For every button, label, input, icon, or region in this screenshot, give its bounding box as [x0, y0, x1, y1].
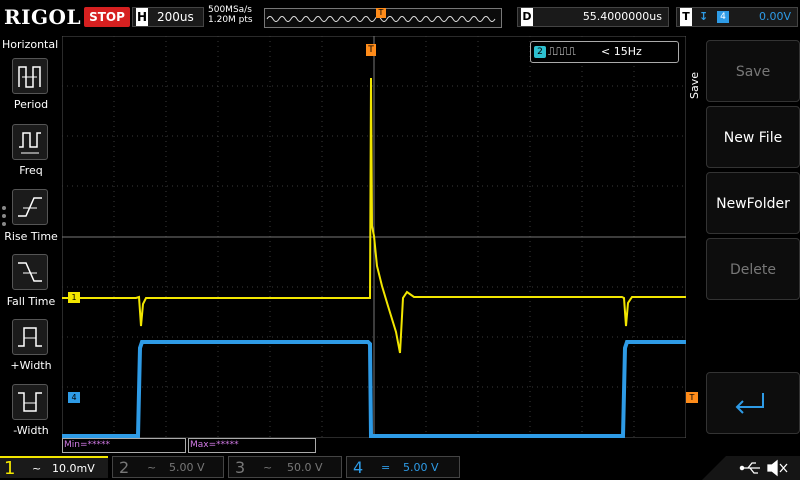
delay-box[interactable]: D 55.4000000us: [517, 7, 669, 27]
ch3-number: 3: [235, 458, 246, 477]
frequency-measure-box[interactable]: 2 ⎍⎍⎍⎍ < 15Hz: [530, 41, 679, 63]
freq-label: Freq: [19, 164, 43, 177]
menu-title: Horizontal: [2, 38, 59, 51]
freq-icon: [19, 132, 41, 154]
save-button[interactable]: Save: [706, 40, 800, 102]
ch1-scale: 10.0mV: [52, 462, 95, 475]
ch4-scale-box[interactable]: 4 = 5.00 V: [346, 456, 460, 478]
ch4-number: 4: [353, 458, 364, 477]
min-readout: Min=*****: [62, 438, 186, 453]
ch2-scale-box[interactable]: 2 ~ 5.00 V: [112, 456, 224, 478]
ch1-number: 1: [4, 458, 16, 479]
rise-time-icon: [18, 197, 42, 217]
ch1-coupling-icon: ~: [32, 462, 42, 475]
period-icon: [18, 66, 41, 88]
sample-rate: 500MSa/s: [208, 5, 252, 15]
brand-logo: RIGOL: [4, 5, 82, 29]
period-label: Period: [13, 98, 49, 111]
new-folder-button[interactable]: NewFolder: [706, 172, 800, 234]
ch2-coupling-icon: ~: [147, 461, 157, 474]
trigger-source: 4: [717, 11, 729, 23]
ch4-offset-marker[interactable]: 4: [68, 392, 80, 403]
fall-time-label: Fall Time: [6, 295, 56, 308]
timebase-value: 200us: [157, 10, 194, 24]
measure-menu: Horizontal Period Freq Rise Time Fall Ti…: [0, 36, 62, 454]
trigger-box[interactable]: T ↧ 4 0.00V: [676, 7, 798, 27]
square-wave-icon: ⎍⎍⎍⎍: [548, 45, 576, 58]
plus-width-icon: [18, 327, 42, 347]
memory-overview-strip: T: [264, 8, 502, 28]
ch4-scale: 5.00 V: [403, 461, 439, 474]
measure-channel: 2: [534, 46, 546, 58]
ch1-offset-marker[interactable]: 1: [68, 292, 80, 303]
plus-width-button[interactable]: [12, 319, 48, 355]
memory-depth: 1.20M pts: [208, 15, 253, 25]
save-menu-title: Save: [688, 72, 701, 100]
ch3-scale-box[interactable]: 3 ~ 50.0 V: [228, 456, 342, 478]
fall-time-icon: [18, 262, 42, 282]
ch2-scale: 5.00 V: [169, 461, 205, 474]
rise-time-button[interactable]: [12, 189, 48, 225]
save-menu: Save Save New File NewFolder Delete: [688, 36, 800, 456]
timebase-box[interactable]: H 200us: [132, 7, 204, 27]
page-dot: [2, 222, 6, 226]
delay-value: 55.4000000us: [582, 10, 662, 23]
ch1-scale-box[interactable]: 1 ~ 10.0mV: [0, 456, 108, 479]
fall-time-button[interactable]: [12, 254, 48, 290]
return-button[interactable]: [706, 372, 800, 434]
ch3-coupling-icon: ~: [263, 461, 273, 474]
plus-width-label: +Width: [10, 359, 52, 372]
minus-width-label: -Width: [13, 424, 49, 437]
new-file-button[interactable]: New File: [706, 106, 800, 168]
minus-width-button[interactable]: [12, 384, 48, 420]
rise-time-label: Rise Time: [4, 230, 58, 243]
trigger-label: T: [680, 8, 692, 26]
ch3-scale: 50.0 V: [287, 461, 323, 474]
falling-edge-icon: ↧: [699, 10, 709, 23]
run-stop-status[interactable]: STOP: [84, 7, 130, 27]
memory-trigger-marker: T: [376, 8, 386, 18]
ch4-coupling-icon: =: [381, 461, 391, 474]
sample-info: 500MSa/s 1.20M pts: [208, 5, 253, 25]
page-dot: [2, 206, 6, 210]
freq-button[interactable]: [12, 124, 48, 160]
oscilloscope-screen: RIGOL STOP H 200us 500MSa/s 1.20M pts T …: [0, 0, 800, 480]
return-icon: [735, 393, 764, 414]
waveform-display[interactable]: [62, 36, 686, 438]
page-dot: [2, 214, 6, 218]
period-button[interactable]: [12, 58, 48, 94]
trigger-level: 0.00V: [758, 10, 791, 23]
horizontal-label: H: [136, 8, 148, 26]
trigger-position-marker[interactable]: T: [366, 44, 376, 56]
max-readout: Max=*****: [188, 438, 316, 453]
ch2-number: 2: [119, 458, 130, 477]
status-area: [702, 456, 800, 480]
delay-label: D: [521, 8, 533, 26]
minus-width-icon: [18, 392, 42, 412]
delete-button[interactable]: Delete: [706, 238, 800, 300]
frequency-value: < 15Hz: [601, 45, 642, 58]
